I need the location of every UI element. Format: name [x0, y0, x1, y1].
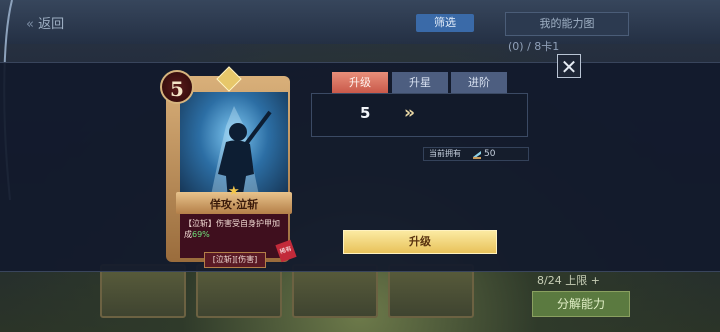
ability-dropdown[interactable]: 我的能力图 [505, 12, 629, 36]
double-chevron-right-icon: » [404, 103, 415, 123]
background-card[interactable] [100, 264, 186, 318]
background-card-list [100, 264, 530, 320]
current-level: 5 [360, 104, 371, 122]
tab-advance[interactable]: 进阶 [451, 72, 507, 93]
upgrade-button[interactable]: 升级 [343, 230, 497, 254]
owned-materials: 当前拥有 50 [423, 147, 529, 161]
card-tags: [泣斩][伤害] [204, 252, 266, 268]
ability-count-label: (0) / 8卡1 [508, 40, 560, 53]
star-icon: ★ [228, 184, 240, 199]
background-card[interactable] [388, 264, 474, 318]
tab-upgrade[interactable]: 升级 [332, 72, 388, 93]
whetstone-icon [473, 151, 481, 159]
tab-star-up[interactable]: 升星 [392, 72, 448, 93]
back-label: 返回 [38, 17, 65, 32]
card-capacity-label: 8/24 上限 + [537, 274, 600, 287]
background-card[interactable] [196, 264, 282, 318]
level-panel: 5 » [311, 93, 528, 137]
card-frame: 佯攻·泣斩 ★ 【泣斩】伤害受自身护甲加成69% [泣斩][伤害] [166, 76, 292, 268]
close-icon[interactable]: ✕ [557, 54, 581, 79]
owned-label: 当前拥有 [429, 149, 461, 158]
background-card[interactable] [292, 264, 378, 318]
card-description-value: 69% [192, 230, 210, 239]
decompose-button[interactable]: 分解能力 [532, 291, 630, 317]
owned-value: 50 [484, 149, 496, 159]
back-button[interactable]: « 返回 [26, 13, 64, 32]
back-chevron-icon: « [26, 17, 34, 32]
ability-card: 佯攻·泣斩 ★ 【泣斩】伤害受自身护甲加成69% [泣斩][伤害] 5 稀有 [160, 66, 297, 268]
card-cost-badge: 5 [160, 70, 194, 104]
filter-button[interactable]: 筛选 [416, 14, 474, 32]
